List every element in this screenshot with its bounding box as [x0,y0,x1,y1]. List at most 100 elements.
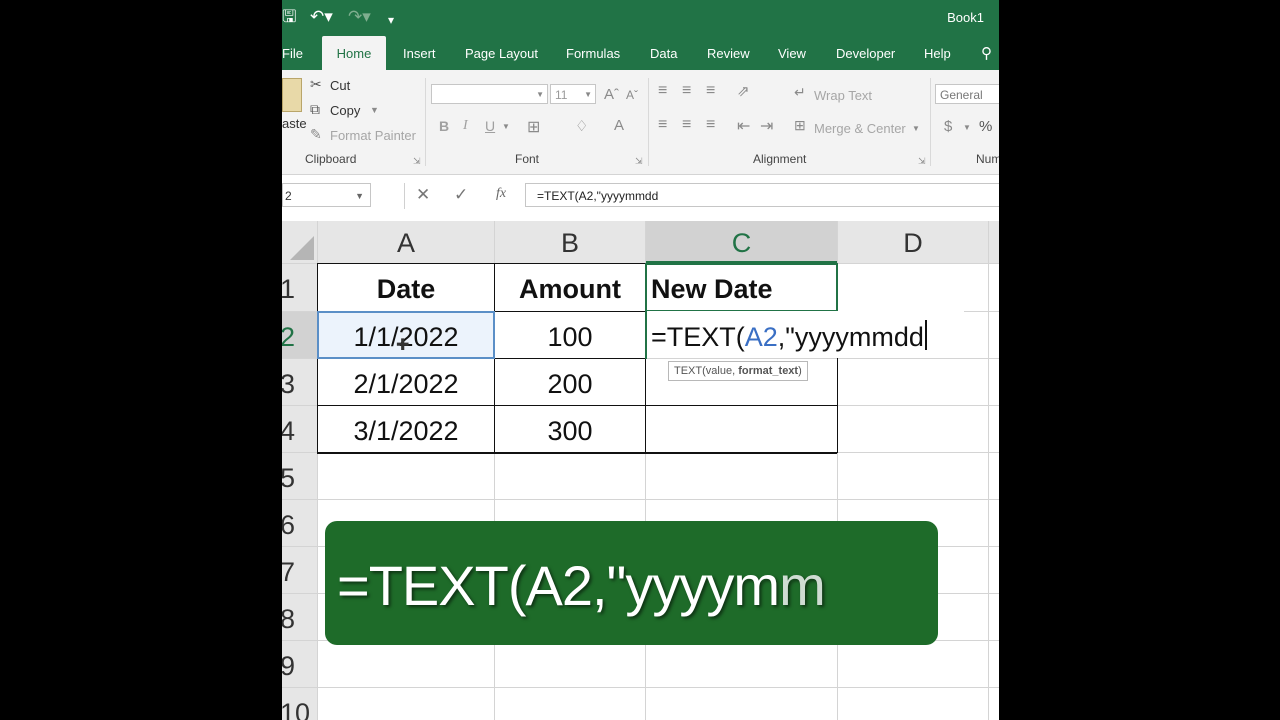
row-header-4[interactable]: 4 [282,406,317,453]
font-launcher-icon[interactable]: ⇲ [635,156,643,167]
edit-cell-border [645,311,647,359]
tab-insert[interactable]: Insert [403,36,436,70]
header-selection-outline [645,263,838,312]
tab-home[interactable]: Home [322,36,386,70]
select-all-triangle-icon [290,236,314,260]
fill-color-icon[interactable]: ♢ [575,117,588,135]
gridline [282,687,999,688]
font-size-combo[interactable]: 11 ▼ [550,84,596,104]
separator [404,183,405,209]
tab-help[interactable]: Help [924,36,951,70]
wrap-text-icon[interactable]: ↵ [794,84,806,101]
column-header-d[interactable]: D [838,221,988,263]
italic-button[interactable]: I [463,118,468,134]
cell-a1[interactable]: Date [318,264,494,311]
column-header-c[interactable]: C [646,221,837,263]
align-left-icon[interactable]: ≡ [658,116,667,134]
tab-view[interactable]: View [778,36,806,70]
enter-icon[interactable]: ✓ [454,185,468,205]
percent-button[interactable]: % [979,118,992,135]
alignment-group-label: Alignment [753,152,807,166]
cell-a4[interactable]: 3/1/2022 [318,406,494,453]
edit-reference: A2 [744,322,778,352]
bold-button[interactable]: B [439,118,449,134]
insert-function-button[interactable]: fx [496,186,506,202]
tab-page-layout[interactable]: Page Layout [465,36,538,70]
paste-label[interactable]: aste [282,116,307,131]
cell-b3[interactable]: 200 [495,359,645,406]
align-top-icon[interactable]: ≡ [658,82,667,100]
increase-font-icon[interactable]: Aˆ [604,86,619,103]
tab-file[interactable]: File [282,36,303,70]
row-header-5[interactable]: 5 [282,453,317,500]
tab-developer[interactable]: Developer [836,36,895,70]
merge-dropdown-icon[interactable]: ▼ [912,124,920,133]
row-header-10[interactable]: 10 [282,688,317,720]
cancel-icon[interactable]: ✕ [416,185,430,205]
align-right-icon[interactable]: ≡ [706,116,715,134]
row-header-9[interactable]: 9 [282,641,317,688]
select-all-button[interactable] [282,221,317,263]
customize-toolbar-icon[interactable]: ▾ [388,10,394,30]
cut-button[interactable]: Cut [330,78,350,93]
orientation-icon[interactable]: ⇗ [737,82,750,100]
row-header-2[interactable]: 2 [282,312,317,359]
decrease-indent-icon[interactable]: ⇤ [737,116,750,136]
separator [648,78,649,166]
row-header-6[interactable]: 6 [282,500,317,547]
number-format-combo[interactable]: General [935,84,999,104]
gridline [282,499,999,500]
merge-center-icon[interactable]: ⊞ [794,117,806,134]
font-color-icon[interactable]: A [614,117,624,134]
redo-icon[interactable]: ↷▾ [348,7,371,27]
scissors-icon[interactable]: ✂ [310,76,322,93]
name-box[interactable]: 2 ▼ [282,183,371,207]
format-painter-button[interactable]: Format Painter [330,128,416,143]
currency-button[interactable]: $ [944,118,952,135]
underline-button[interactable]: U [485,118,495,134]
title-bar: 🖫 ↶▾ ↷▾ ▾ Book1 [282,0,999,36]
align-bottom-icon[interactable]: ≡ [706,82,715,100]
lightbulb-icon[interactable]: ⚲ [981,36,992,70]
tab-review[interactable]: Review [707,36,750,70]
formula-input[interactable]: =TEXT(A2,"yyyymmdd [525,183,999,207]
column-header-e[interactable] [989,221,999,263]
column-header-a[interactable]: A [318,221,494,263]
alignment-launcher-icon[interactable]: ⇲ [918,156,926,167]
undo-icon[interactable]: ↶▾ [310,7,333,27]
format-painter-icon[interactable]: ✎ [310,126,322,143]
function-tooltip[interactable]: TEXT(value, format_text) [668,361,808,381]
row-header-3[interactable]: 3 [282,359,317,406]
align-center-icon[interactable]: ≡ [682,116,691,134]
cell-c2-editor[interactable]: =TEXT(A2,"yyyymmdd [646,311,964,358]
row-header-7[interactable]: 7 [282,547,317,594]
paste-icon[interactable] [282,78,302,112]
borders-icon[interactable]: ⊞ [527,117,540,137]
column-header-b[interactable]: B [495,221,645,263]
number-format-value: General [940,88,983,102]
merge-center-button[interactable]: Merge & Center [814,121,906,136]
copy-button[interactable]: Copy [330,103,360,118]
decrease-font-icon[interactable]: Aˇ [626,88,638,102]
tab-data[interactable]: Data [650,36,677,70]
row-header-8[interactable]: 8 [282,594,317,641]
row-header-1[interactable]: 1 [282,264,317,311]
increase-indent-icon[interactable]: ⇥ [760,116,773,136]
number-group-label: Num [976,152,999,166]
caption-main: =TEXT(A2,"yyyym [337,554,780,617]
cell-b2[interactable]: 100 [495,312,645,359]
cell-b1[interactable]: Amount [495,264,645,311]
copy-dropdown-icon[interactable]: ▼ [370,105,379,115]
copy-icon[interactable]: ⧉ [310,101,320,118]
save-icon[interactable]: 🖫 [282,7,296,27]
font-name-combo[interactable]: ▼ [431,84,548,104]
wrap-text-button[interactable]: Wrap Text [814,88,872,103]
tab-formulas[interactable]: Formulas [566,36,620,70]
underline-dropdown-icon[interactable]: ▼ [502,122,510,131]
cell-b4[interactable]: 300 [495,406,645,453]
cell-a3[interactable]: 2/1/2022 [318,359,494,406]
align-middle-icon[interactable]: ≡ [682,82,691,100]
currency-dropdown-icon[interactable]: ▼ [963,123,971,132]
ribbon-tabs: File Home Insert Page Layout Formulas Da… [282,36,999,70]
clipboard-launcher-icon[interactable]: ⇲ [413,156,421,167]
